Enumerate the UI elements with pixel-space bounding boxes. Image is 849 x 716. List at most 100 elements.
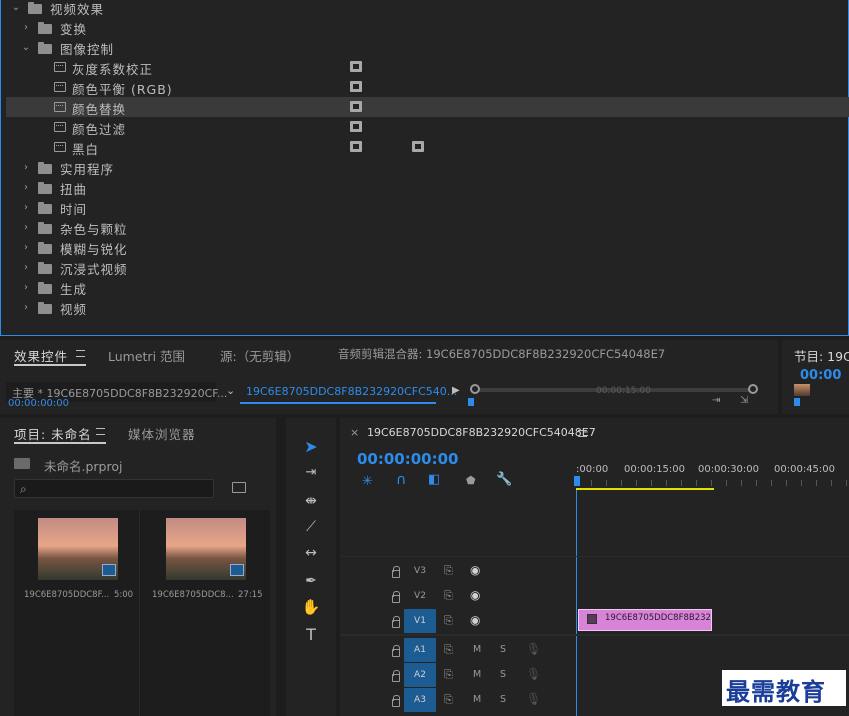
mic-icon[interactable]: 🎙 — [526, 642, 541, 656]
track-header-a1[interactable]: A1 ⎘ M S 🎙 — [340, 637, 576, 663]
zoom-handle-right[interactable] — [748, 384, 758, 394]
track-header-v1[interactable]: V1 ⎘ ◉ — [340, 608, 576, 634]
effect-item[interactable]: 颜色平衡 (RGB) — [6, 77, 849, 97]
tab-source[interactable]: 源:（无剪辑） — [220, 346, 299, 365]
mute-button[interactable]: M — [473, 694, 481, 705]
lock-icon[interactable] — [392, 591, 400, 603]
sync-lock-icon[interactable]: ⎘ — [444, 589, 453, 603]
track-target-v1[interactable]: V1 — [404, 609, 436, 633]
tab-lumetri-scopes[interactable]: Lumetri 范围 — [108, 346, 185, 365]
mic-icon[interactable]: 🎙 — [526, 667, 541, 681]
effect-item-selected[interactable]: 颜色替换 — [6, 97, 849, 117]
tab-effect-controls[interactable]: 效果控件 — [14, 346, 68, 365]
clip-selector-label[interactable]: 19C6E8705DDC8F8B232920CFC540... — [246, 385, 457, 398]
track-target-a3[interactable]: A3 — [404, 688, 436, 712]
tree-group-video[interactable]: › 视频 — [6, 297, 849, 318]
tree-group-immersive[interactable]: › 沉浸式视频 — [6, 257, 849, 278]
mute-button[interactable]: M — [473, 669, 481, 680]
sync-lock-icon[interactable]: ⎘ — [444, 614, 453, 628]
chevron-down-icon[interactable]: ⌄ — [226, 384, 235, 397]
timeline-timecode[interactable]: 00:00:00:00 — [357, 450, 459, 468]
lock-icon[interactable] — [392, 616, 400, 628]
new-bin-icon[interactable] — [232, 482, 246, 493]
chevron-right-icon[interactable]: › — [20, 22, 32, 33]
playhead-marker[interactable] — [468, 398, 474, 406]
track-header-a2[interactable]: A2 ⎘ M S 🎙 — [340, 662, 576, 688]
chevron-down-icon[interactable]: ⌄ — [10, 2, 22, 13]
tab-menu-icon[interactable] — [578, 430, 587, 437]
tree-group-blur-sharpen[interactable]: › 模糊与锐化 — [6, 237, 849, 258]
track-header-a3[interactable]: A3 ⎘ M S 🎙 — [340, 687, 576, 713]
program-timecode[interactable]: 00:00 — [800, 368, 841, 383]
tree-group-generate[interactable]: › 生成 — [6, 277, 849, 298]
lock-icon[interactable] — [392, 695, 400, 707]
chevron-right-icon[interactable]: › — [20, 302, 32, 313]
nest-icon[interactable]: ✳ — [362, 474, 373, 489]
sync-lock-icon[interactable]: ⎘ — [444, 643, 453, 657]
track-target-a1[interactable]: A1 — [404, 638, 436, 662]
chevron-right-icon[interactable]: › — [20, 182, 32, 193]
zoom-handle-left[interactable] — [470, 384, 480, 394]
type-tool-icon[interactable]: T — [298, 622, 324, 648]
effect-item[interactable]: 颜色过滤 — [6, 117, 849, 137]
effect-item[interactable]: 灰度系数校正 — [6, 57, 849, 77]
razor-tool-icon[interactable]: ⟋ — [298, 514, 324, 540]
tree-group-image-control[interactable]: ⌄ 图像控制 — [6, 37, 849, 58]
selection-tool-icon[interactable]: ➤ — [298, 434, 324, 460]
filter-icon[interactable]: ⇥ — [712, 395, 720, 406]
program-title[interactable]: 节目: 19C6 — [794, 346, 849, 365]
pen-tool-icon[interactable]: ✒ — [298, 568, 324, 594]
track-select-tool-icon[interactable]: ⇥ — [298, 460, 324, 486]
snap-icon[interactable]: ∩ — [396, 472, 406, 488]
export-icon[interactable]: ⇲ — [740, 395, 748, 406]
tree-group-utility[interactable]: › 实用程序 — [6, 157, 849, 178]
sync-lock-icon[interactable]: ⎘ — [444, 564, 453, 578]
lock-icon[interactable] — [392, 645, 400, 657]
eye-icon[interactable]: ◉ — [470, 588, 480, 602]
timeline-ruler[interactable]: :00:00 00:00:15:00 00:00:30:00 00:00:45:… — [574, 458, 849, 490]
tree-group-transform[interactable]: › 变换 — [6, 17, 849, 38]
tab-media-browser[interactable]: 媒体浏览器 — [128, 424, 196, 443]
project-clip-item[interactable]: 19C6E8705DDC8F... 5:00 — [14, 510, 140, 716]
tab-project[interactable]: 项目: 未命名 — [14, 424, 92, 443]
tab-audio-clip-mixer[interactable]: 音频剪辑混合器: 19C6E8705DDC8F8B232920CFC54048E… — [338, 346, 665, 362]
lock-icon[interactable] — [392, 670, 400, 682]
track-target-a2[interactable]: A2 — [404, 663, 436, 687]
linked-selection-icon[interactable]: ◧ — [428, 472, 440, 487]
solo-button[interactable]: S — [500, 694, 506, 705]
tree-group-distort[interactable]: › 扭曲 — [6, 177, 849, 198]
chevron-right-icon[interactable]: › — [20, 202, 32, 213]
hand-tool-icon[interactable]: ✋ — [298, 594, 324, 620]
work-area-bar[interactable] — [576, 488, 714, 490]
mute-button[interactable]: M — [473, 644, 481, 655]
chevron-right-icon[interactable]: › — [20, 262, 32, 273]
sync-lock-icon[interactable]: ⎘ — [444, 668, 453, 682]
project-search-input[interactable]: ⌕ — [14, 479, 214, 498]
chevron-right-icon[interactable]: › — [20, 282, 32, 293]
tree-root-video-effects[interactable]: ⌄ 视频效果 — [6, 0, 849, 18]
close-icon[interactable]: × — [350, 426, 359, 439]
solo-button[interactable]: S — [500, 669, 506, 680]
wrench-icon[interactable]: 🔧 — [496, 472, 512, 487]
eye-icon[interactable]: ◉ — [470, 563, 480, 577]
tree-group-time[interactable]: › 时间 — [6, 197, 849, 218]
mini-timeline[interactable]: 00:00:15:00 ⇥ ⇲ — [466, 382, 760, 412]
program-playhead[interactable] — [794, 398, 800, 406]
chevron-down-icon[interactable]: ⌄ — [20, 42, 32, 53]
mic-icon[interactable]: 🎙 — [526, 692, 541, 706]
ripple-edit-tool-icon[interactable]: ⇼ — [298, 488, 324, 514]
solo-button[interactable]: S — [500, 644, 506, 655]
chevron-right-icon[interactable]: › — [20, 242, 32, 253]
eye-icon[interactable]: ◉ — [470, 613, 480, 627]
effect-controls-timecode[interactable]: 00:00:00:00 — [8, 398, 69, 409]
lock-icon[interactable] — [392, 566, 400, 578]
track-target-v3[interactable]: V3 — [404, 559, 436, 583]
timeline-video-clip[interactable]: 19C6E8705DDC8F8B232 — [578, 609, 712, 631]
track-target-v2[interactable]: V2 — [404, 584, 436, 608]
project-clip-item[interactable]: 19C6E8705DDC8... 27:15 — [142, 510, 270, 716]
track-header-v2[interactable]: V2 ⎘ ◉ — [340, 583, 576, 609]
chevron-right-icon[interactable]: › — [20, 222, 32, 233]
tree-group-noise-grain[interactable]: › 杂色与颗粒 — [6, 217, 849, 238]
tab-menu-icon[interactable] — [96, 428, 105, 435]
sequence-tab[interactable]: 19C6E8705DDC8F8B232920CFC54048E7 — [367, 426, 596, 439]
